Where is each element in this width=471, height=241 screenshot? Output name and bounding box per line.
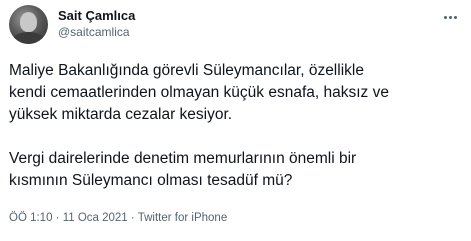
tweet-card: Sait Çamlıca @saitcamlica Maliye Bakanlı…: [0, 0, 471, 241]
tweet-text: Maliye Bakanlığında görevli Süleymancıla…: [9, 60, 464, 192]
author-display-name[interactable]: Sait Çamlıca: [58, 8, 135, 24]
more-icon-dot: [448, 15, 452, 19]
tweet-source[interactable]: Twitter for iPhone: [138, 212, 227, 224]
tweet-paragraph-1: Maliye Bakanlığında görevli Süleymancıla…: [9, 62, 389, 123]
avatar-face: [20, 12, 37, 32]
author-block: Sait Çamlıca @saitcamlica: [58, 8, 135, 40]
author-handle[interactable]: @saitcamlica: [58, 24, 135, 40]
meta-separator: ·: [127, 212, 138, 224]
more-icon-dot: [443, 15, 447, 19]
tweet-date[interactable]: 11 Oca 2021: [63, 212, 128, 224]
tweet-paragraph-2: Vergi dairelerinde denetim memurlarının …: [9, 150, 357, 189]
avatar[interactable]: [9, 5, 48, 44]
more-icon-dot: [453, 15, 457, 19]
meta-separator: ·: [52, 212, 63, 224]
tweet-time[interactable]: ÖÖ 1:10: [9, 212, 52, 224]
avatar-shoulders: [12, 32, 45, 44]
tweet-meta: ÖÖ 1:10 · 11 Oca 2021 · Twitter for iPho…: [9, 210, 227, 226]
more-options-button[interactable]: [439, 10, 461, 24]
